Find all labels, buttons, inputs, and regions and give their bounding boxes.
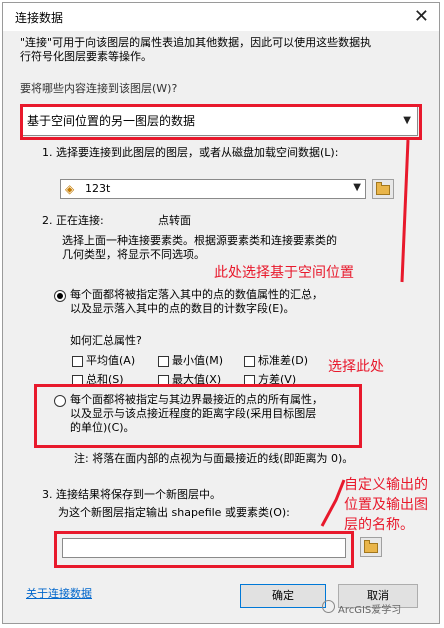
annotation-custom-3: 层的名称。 xyxy=(344,517,414,533)
annotation-select-here: 选择此处 xyxy=(328,359,384,375)
annotation-spatial: 此处选择基于空间位置 xyxy=(214,265,354,281)
annotation-line-1 xyxy=(400,139,410,283)
annotation-custom-2: 位置及输出图 xyxy=(344,497,428,513)
annotation-custom-1: 自定义输出的 xyxy=(344,477,428,493)
annotation-line-2 xyxy=(320,479,346,527)
